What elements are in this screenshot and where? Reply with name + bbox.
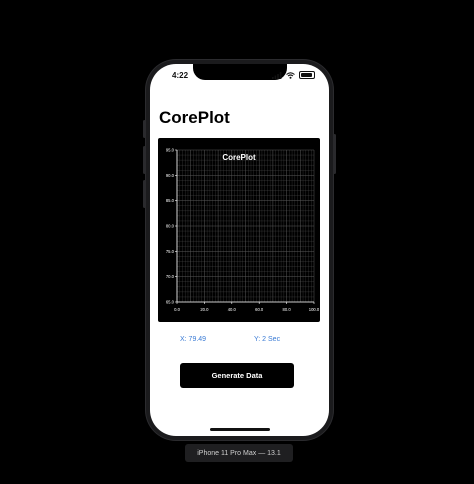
x-tick-label: 80.0 bbox=[283, 307, 292, 312]
home-indicator bbox=[209, 428, 270, 431]
x-tick-label: 100.0 bbox=[309, 307, 320, 312]
x-readout: X: 79.49 bbox=[180, 336, 207, 343]
y-tick-label: 70.0 bbox=[166, 274, 175, 279]
battery-icon bbox=[299, 71, 315, 79]
status-time: 4:22 bbox=[172, 71, 189, 80]
y-readout: Y: 2 Sec bbox=[254, 336, 281, 343]
x-tick-label: 20.0 bbox=[200, 307, 209, 312]
x-tick-label: 0.0 bbox=[174, 307, 180, 312]
device-volume-down bbox=[143, 180, 146, 208]
y-tick-label: 65.0 bbox=[166, 300, 175, 305]
device-volume-up bbox=[143, 146, 146, 174]
y-tick-label: 90.0 bbox=[166, 173, 175, 178]
wifi-icon bbox=[286, 71, 295, 79]
page-title: CorePlot bbox=[159, 108, 230, 127]
device-power-button bbox=[333, 134, 336, 174]
device-screen: 4:22 CorePlot 0.0 20.0 40.0 60.0 80.0 100.0 65… bbox=[150, 64, 329, 436]
chart-canvas: 0.0 20.0 40.0 60.0 80.0 100.0 65.0 70.0 75.0 80.0… bbox=[166, 148, 320, 313]
x-tick-label: 60.0 bbox=[255, 307, 264, 312]
device-side-button bbox=[143, 120, 146, 138]
y-tick-label: 85.0 bbox=[166, 198, 175, 203]
y-tick-label: 80.0 bbox=[166, 224, 175, 229]
status-icons bbox=[272, 71, 315, 79]
coreplot-chart[interactable]: 0.0 20.0 40.0 60.0 80.0 100.0 65.0 70.0 75.0 80.0… bbox=[158, 138, 320, 322]
generate-data-button[interactable]: Generate Data bbox=[180, 363, 294, 388]
x-tick-label: 40.0 bbox=[228, 307, 237, 312]
y-tick-label: 75.0 bbox=[166, 249, 175, 254]
chart-title: CorePlot bbox=[222, 153, 256, 162]
device-label: iPhone 11 Pro Max — 13.1 bbox=[185, 444, 293, 462]
signal-icon bbox=[272, 71, 282, 79]
y-tick-label: 95.0 bbox=[166, 148, 175, 153]
